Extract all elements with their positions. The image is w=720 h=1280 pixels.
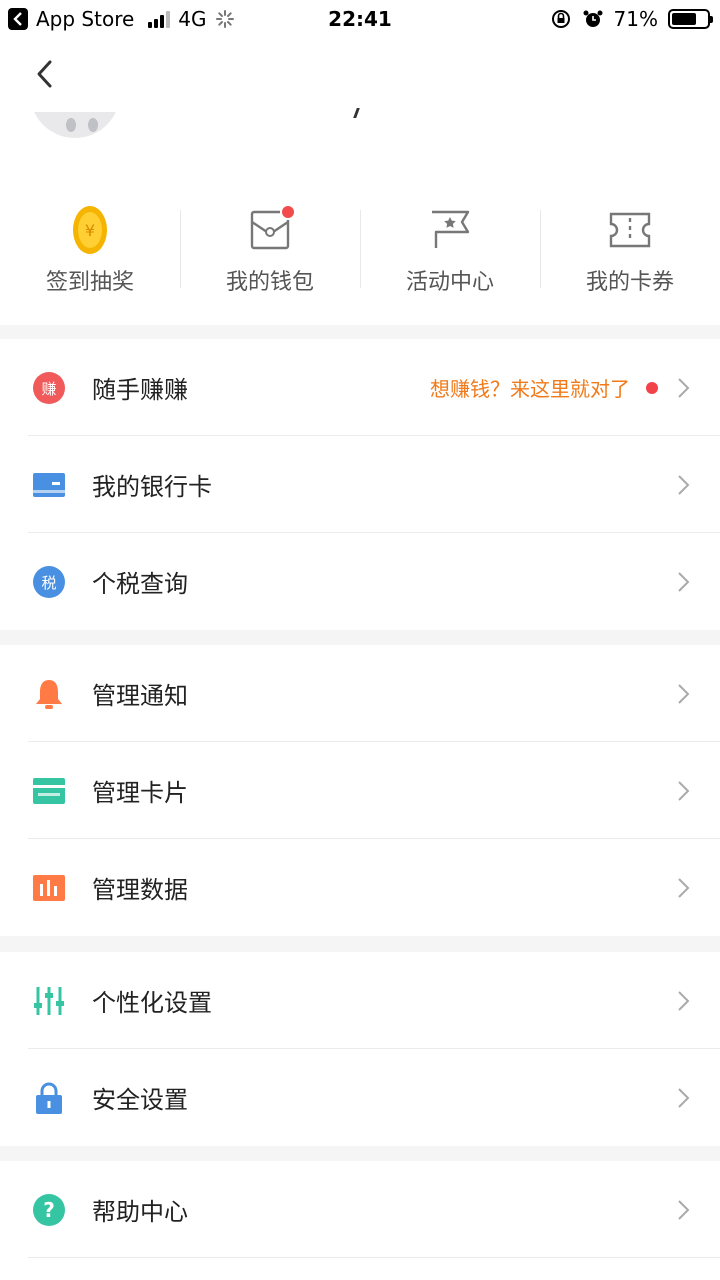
quick-action-coupons[interactable]: 我的卡券 bbox=[540, 206, 720, 316]
back-button[interactable] bbox=[30, 56, 60, 92]
tax-icon: 税 bbox=[32, 565, 66, 599]
chevron-right-icon bbox=[678, 877, 690, 898]
quick-action-label: 签到抽奖 bbox=[45, 270, 134, 295]
menu-item-label: 管理卡片 bbox=[92, 779, 188, 807]
svg-text:?: ? bbox=[43, 1198, 55, 1222]
bank-card-icon bbox=[32, 468, 66, 502]
flag-icon bbox=[426, 206, 474, 254]
avatar[interactable] bbox=[30, 112, 120, 138]
menu-item-bank-card[interactable]: 我的银行卡 bbox=[0, 436, 720, 533]
ticket-icon bbox=[606, 206, 654, 254]
menu-item-label: 管理通知 bbox=[92, 682, 188, 710]
chevron-right-icon bbox=[678, 1087, 690, 1108]
lock-icon bbox=[32, 1081, 66, 1115]
earn-promo-text: 想赚钱？来这里就对了 bbox=[430, 377, 630, 401]
cards-icon bbox=[32, 774, 66, 808]
menu-group-3: 个性化设置 安全设置 bbox=[0, 952, 720, 1146]
menu-group-1: 赚 随手赚赚 想赚钱？来这里就对了 我的银行卡 税 个税查询 bbox=[0, 339, 720, 630]
sliders-icon bbox=[32, 984, 66, 1018]
menu-item-tax[interactable]: 税 个税查询 bbox=[0, 533, 720, 630]
svg-text:¥: ¥ bbox=[85, 221, 95, 240]
menu-item-help[interactable]: ? 帮助中心 bbox=[0, 1161, 720, 1258]
menu-item-label: 个税查询 bbox=[92, 570, 188, 598]
quick-action-label: 我的卡券 bbox=[585, 270, 674, 295]
svg-text:赚: 赚 bbox=[41, 380, 56, 398]
chevron-right-icon bbox=[678, 377, 690, 398]
menu-item-cards[interactable]: 管理卡片 bbox=[0, 742, 720, 839]
help-icon: ? bbox=[32, 1193, 66, 1227]
username-fragment bbox=[348, 108, 360, 118]
menu-item-security[interactable]: 安全设置 bbox=[0, 1049, 720, 1146]
earn-badge bbox=[646, 381, 658, 394]
chevron-right-icon bbox=[678, 474, 690, 495]
chevron-right-icon bbox=[678, 780, 690, 801]
quick-action-label: 我的钱包 bbox=[225, 270, 314, 295]
quick-action-label: 活动中心 bbox=[405, 270, 494, 295]
menu-item-label: 帮助中心 bbox=[92, 1198, 188, 1226]
status-bar: App Store 4G 22:41 71% bbox=[0, 0, 720, 38]
rotation-lock-icon bbox=[551, 10, 570, 28]
quick-action-checkin[interactable]: ¥ 签到抽奖 bbox=[0, 206, 180, 316]
menu-item-label: 我的银行卡 bbox=[92, 473, 212, 501]
alarm-icon bbox=[583, 10, 603, 27]
menu-item-label: 安全设置 bbox=[92, 1086, 188, 1114]
bell-icon bbox=[32, 677, 66, 711]
earn-icon: 赚 bbox=[32, 371, 66, 405]
menu-item-earn[interactable]: 赚 随手赚赚 想赚钱？来这里就对了 bbox=[0, 339, 720, 436]
menu-item-label: 个性化设置 bbox=[92, 989, 212, 1017]
menu-item-personalization[interactable]: 个性化设置 bbox=[0, 952, 720, 1049]
profile-header: ¥ 签到抽奖 我的钱包 活动中心 我的卡券 bbox=[0, 38, 720, 325]
quick-action-wallet[interactable]: 我的钱包 bbox=[180, 204, 360, 316]
battery-percent: 71% bbox=[613, 7, 658, 31]
menu-item-label: 随手赚赚 bbox=[92, 376, 188, 404]
quick-action-events[interactable]: 活动中心 bbox=[360, 206, 540, 316]
wallet-badge bbox=[280, 204, 296, 220]
chevron-right-icon bbox=[678, 683, 690, 704]
chevron-right-icon bbox=[678, 990, 690, 1011]
status-right: 71% bbox=[550, 7, 713, 31]
chevron-right-icon bbox=[678, 571, 690, 592]
coin-icon: ¥ bbox=[66, 206, 114, 254]
menu-group-4: ? 帮助中心 bbox=[0, 1161, 720, 1280]
menu-item-notifications[interactable]: 管理通知 bbox=[0, 645, 720, 742]
bar-chart-icon bbox=[32, 871, 66, 905]
battery-icon bbox=[668, 9, 713, 29]
quick-actions: ¥ 签到抽奖 我的钱包 活动中心 我的卡券 bbox=[0, 204, 720, 316]
wallet-icon bbox=[246, 204, 296, 254]
menu-item-data[interactable]: 管理数据 bbox=[0, 839, 720, 936]
menu-group-2: 管理通知 管理卡片 管理数据 bbox=[0, 645, 720, 936]
svg-text:税: 税 bbox=[41, 574, 56, 592]
chevron-left-icon bbox=[37, 60, 52, 88]
chevron-right-icon bbox=[678, 1199, 690, 1220]
menu-item-label: 管理数据 bbox=[92, 876, 188, 904]
